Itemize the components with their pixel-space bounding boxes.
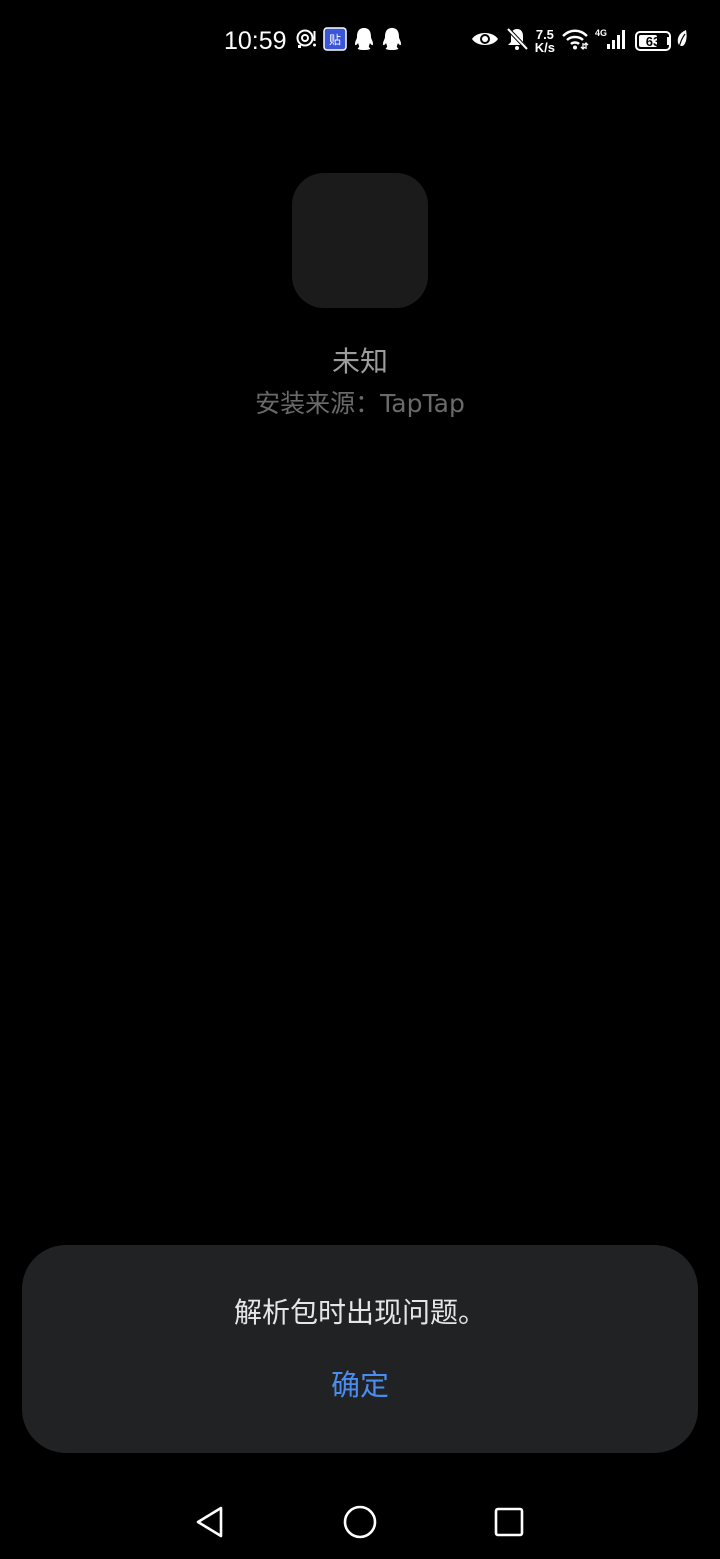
back-icon (194, 1505, 226, 1543)
error-dialog: 解析包时出现问题。 确定 (22, 1245, 698, 1453)
app-icon-placeholder (292, 173, 428, 308)
wifi-icon (561, 28, 589, 54)
network-speed: 7.5 K/s (535, 28, 555, 54)
recents-button[interactable] (485, 1500, 533, 1548)
install-source: 安装来源：TapTap (255, 389, 465, 418)
signal-icon: 4G (595, 27, 629, 55)
home-button[interactable] (336, 1500, 384, 1548)
battery-level: 63 (645, 33, 661, 49)
hotspot-icon (295, 28, 317, 54)
navigation-bar (0, 1490, 720, 1559)
back-button[interactable] (186, 1500, 234, 1548)
bell-off-icon (505, 27, 529, 55)
home-icon (343, 1505, 377, 1543)
network-speed-unit: K/s (534, 40, 555, 55)
status-time: 10:59 (224, 26, 287, 55)
battery-body: 63 (635, 31, 671, 51)
dialog-message: 解析包时出现问题。 (233, 1296, 486, 1329)
battery-icon: 63 (635, 31, 671, 51)
status-bar: 10:59 贴 7.5 K/s 4G 63 (0, 0, 720, 80)
status-bar-right: 7.5 K/s 4G 63 (471, 24, 688, 58)
svg-text:贴: 贴 (329, 33, 341, 47)
app-name: 未知 (331, 345, 388, 378)
leaf-icon (676, 29, 688, 53)
qq-icon (353, 27, 375, 55)
qq-icon (381, 27, 403, 55)
status-bar-left: 10:59 贴 (224, 24, 403, 58)
eye-icon (471, 29, 499, 53)
recents-icon (493, 1506, 525, 1542)
confirm-button[interactable]: 确定 (260, 1357, 460, 1413)
tieba-app-icon: 贴 (322, 27, 347, 55)
network-type-label: 4G (595, 28, 607, 38)
